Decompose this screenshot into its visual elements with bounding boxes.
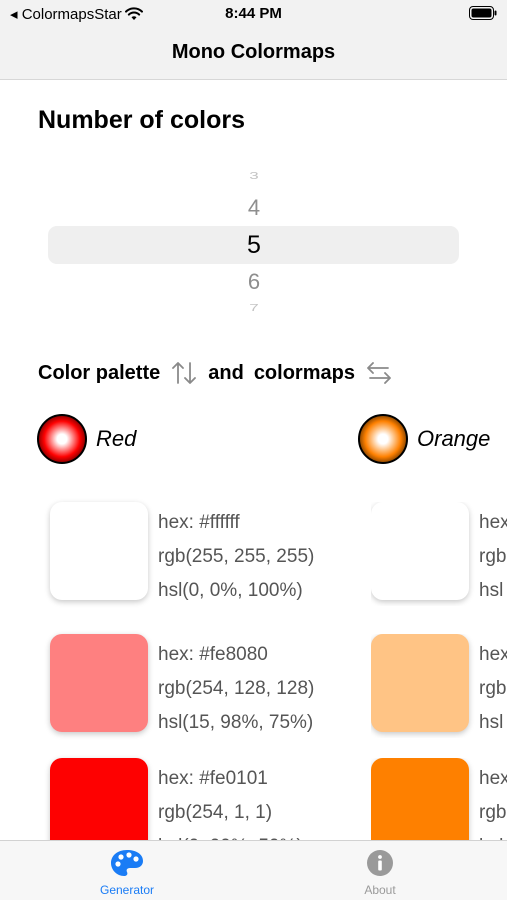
color-swatch[interactable] (50, 634, 148, 732)
rgb-value: rgb(254, 1, 1) (158, 802, 273, 823)
info-icon (367, 850, 393, 876)
hsl-value: hsl(15, 98%, 75%) (158, 712, 314, 733)
hex-value: hex (479, 644, 507, 665)
number-of-colors-heading: Number of colors (38, 106, 245, 134)
color-swatch-row[interactable]: hex: #fe8080 rgb(254, 128, 128) hsl(15, … (50, 634, 350, 738)
tab-bar: Generator About (0, 840, 507, 900)
color-values: hex rgb hsl (479, 762, 507, 840)
hex-value: hex (479, 512, 507, 533)
page-title: Mono Colormaps (171, 41, 336, 63)
rgb-value: rgb(255, 255, 255) (158, 546, 315, 567)
rgb-value: rgb (479, 546, 507, 567)
picker-option[interactable]: 3 (48, 171, 460, 181)
swap-horizontal-icon[interactable] (365, 360, 393, 386)
hsl-value: hsl (479, 830, 507, 840)
color-values: hex: #ffffff rgb(255, 255, 255) hsl(0, 0… (158, 506, 314, 608)
status-right (469, 6, 497, 24)
color-swatch-row[interactable]: hex rgb hsl (371, 758, 507, 840)
hsl-value: hsl(0, 99%, 50%) (158, 830, 303, 840)
palette-header: Color palette and colormaps (38, 360, 403, 386)
rgb-value: rgb (479, 678, 507, 699)
rgb-value: rgb(254, 128, 128) (158, 678, 315, 699)
picker-option[interactable]: 7 (48, 303, 460, 313)
color-swatch[interactable] (371, 634, 469, 732)
color-swatch[interactable] (50, 758, 148, 840)
hsl-value: hsl (479, 580, 504, 601)
colormaps-label: colormaps (253, 361, 355, 384)
colormap-preview-circle (37, 414, 87, 464)
tab-label: Generator (99, 883, 155, 897)
color-swatch-row[interactable]: hex rgb hsl (371, 634, 507, 738)
hex-value: hex: #ffffff (158, 512, 240, 533)
color-values: hex rgb hsl (479, 638, 507, 738)
color-swatch-row[interactable]: hex rgb hsl (371, 502, 507, 606)
hsl-value: hsl (479, 712, 504, 733)
hex-value: hex: #fe8080 (158, 644, 268, 665)
color-swatch[interactable] (50, 502, 148, 600)
tab-generator[interactable]: Generator (77, 849, 177, 897)
color-swatch-row[interactable]: hex: #ffffff rgb(255, 255, 255) hsl(0, 0… (50, 502, 350, 606)
hex-value: hex: #fe0101 (158, 768, 268, 789)
color-values: hex: #fe0101 rgb(254, 1, 1) hsl(0, 99%, … (158, 762, 303, 840)
tab-label: About (364, 883, 396, 897)
tab-about[interactable]: About (330, 849, 430, 897)
colormap-name: Orange (417, 426, 491, 451)
color-values: hex rgb hsl (479, 506, 507, 606)
colormap-header-red[interactable]: Red (37, 414, 136, 464)
and-label: and (208, 361, 244, 384)
picker-option[interactable]: 4 (48, 195, 460, 221)
hsl-value: hsl(0, 0%, 100%) (158, 580, 303, 601)
picker-option-selected[interactable]: 5 (48, 229, 460, 261)
main-content[interactable]: Number of colors 3 4 5 6 7 Color palette… (0, 80, 507, 840)
color-values: hex: #fe8080 rgb(254, 128, 128) hsl(15, … (158, 638, 314, 740)
status-bar: ◂ ColormapsStar 8:44 PM (0, 0, 507, 28)
hex-value: hex (479, 768, 507, 789)
rgb-value: rgb (479, 802, 507, 823)
color-palette-label: Color palette (38, 361, 161, 384)
color-swatch[interactable] (371, 502, 469, 600)
swap-vertical-icon[interactable] (170, 360, 198, 386)
number-of-colors-picker[interactable]: 3 4 5 6 7 (48, 166, 460, 316)
colormap-header-orange[interactable]: Orange (358, 414, 490, 464)
status-time: 8:44 PM (225, 5, 282, 22)
navigation-bar: Mono Colormaps (0, 28, 507, 80)
colormap-name: Red (96, 426, 137, 451)
colormap-preview-circle (358, 414, 408, 464)
battery-icon (469, 6, 497, 20)
color-swatch[interactable] (371, 758, 469, 840)
color-swatch-row[interactable]: hex: #fe0101 rgb(254, 1, 1) hsl(0, 99%, … (50, 758, 350, 840)
picker-option[interactable]: 6 (48, 269, 460, 295)
palette-icon (111, 850, 143, 876)
